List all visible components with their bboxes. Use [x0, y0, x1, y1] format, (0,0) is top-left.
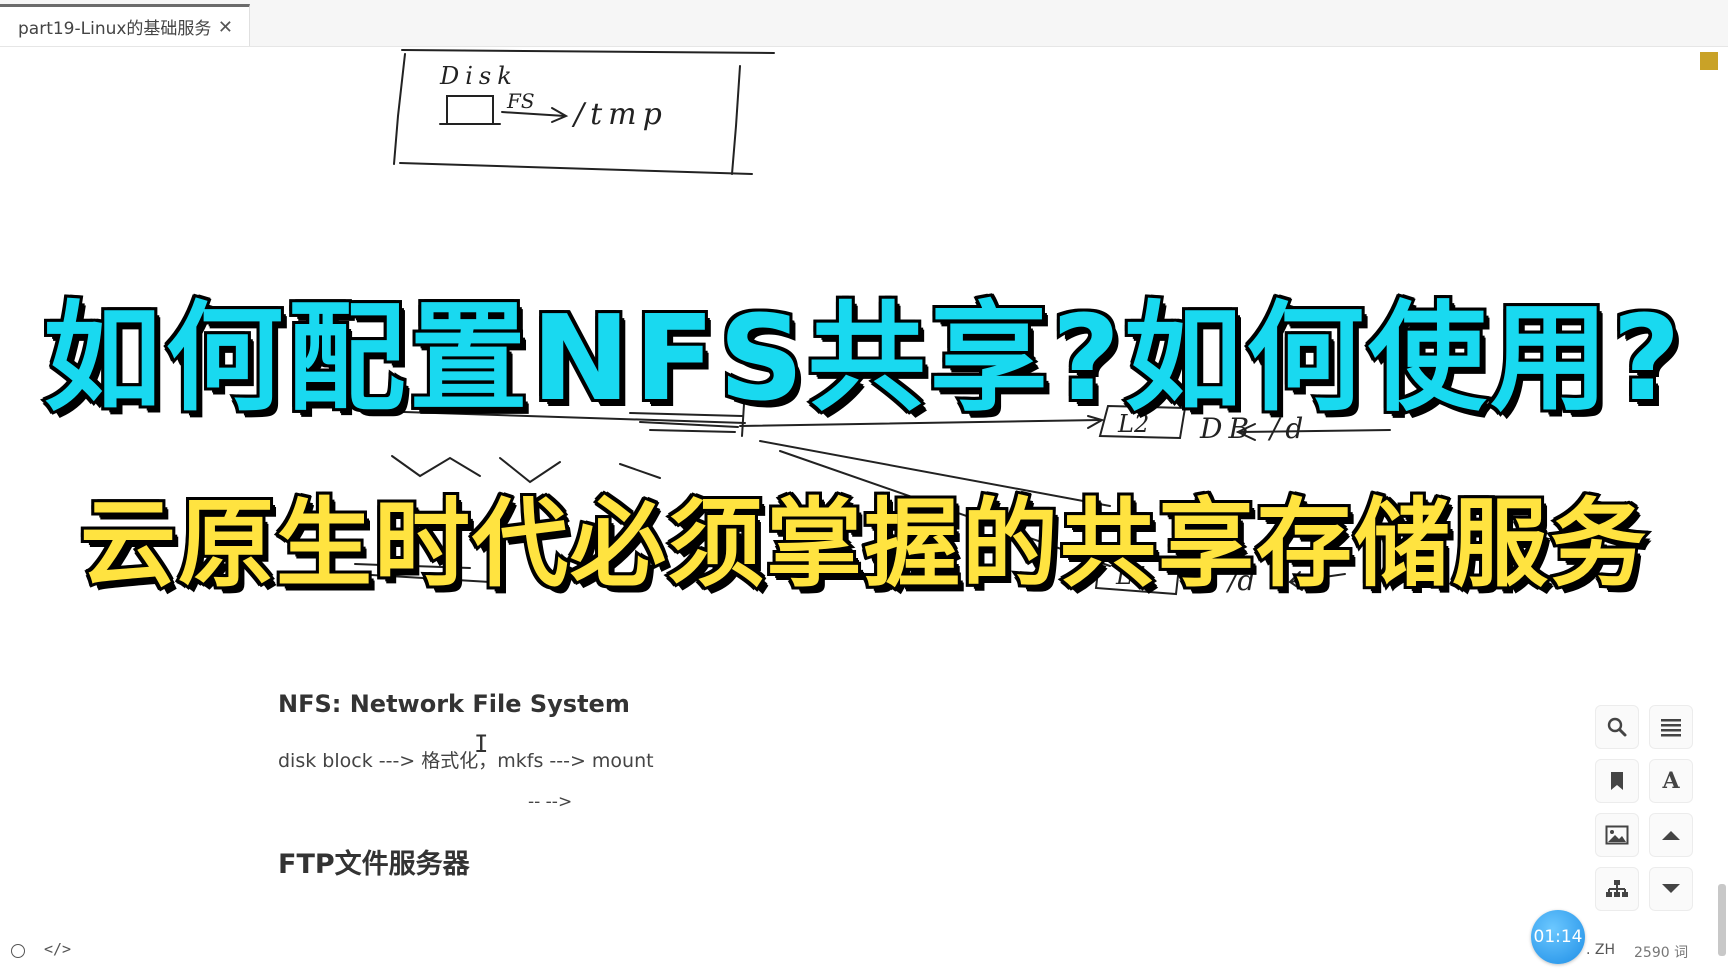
- image-icon: [1605, 825, 1629, 845]
- overlay-headline-1: 如何配置NFS共享?如何使用?: [40, 286, 1685, 430]
- sketch-tmp-label: /tmp: [571, 97, 668, 132]
- bookmark-button[interactable]: [1595, 759, 1639, 803]
- search-icon: [1607, 717, 1627, 737]
- search-button[interactable]: [1595, 705, 1639, 749]
- tab-title: part19-Linux的基础服务: [18, 19, 212, 39]
- scroll-up-button[interactable]: [1649, 813, 1693, 857]
- bookmark-icon: [1611, 772, 1623, 790]
- outline-button[interactable]: [1649, 705, 1693, 749]
- ftp-heading: FTP文件服务器: [278, 849, 470, 880]
- word-count: 2590 词: [1634, 945, 1689, 961]
- overlay-headline-2: 云原生时代必须掌握的共享存储服务: [77, 485, 1649, 603]
- font-button[interactable]: A: [1649, 759, 1693, 803]
- chevron-up-icon: [1662, 831, 1680, 840]
- timer-badge: 01:14: [1531, 910, 1585, 964]
- tree-icon: [1606, 880, 1628, 897]
- language-indicator[interactable]: . ZH: [1586, 942, 1615, 958]
- document-tab[interactable]: part19-Linux的基础服务 ✕: [0, 4, 250, 46]
- nfs-description: disk block ---> 格式化，mkfs ---> mount: [278, 750, 654, 772]
- tree-button[interactable]: [1595, 867, 1639, 911]
- nfs-heading: NFS: Network File System: [278, 690, 630, 718]
- sketch-disk-label: Disk: [439, 62, 518, 90]
- scroll-down-button[interactable]: [1649, 867, 1693, 911]
- source-code-icon[interactable]: </>: [44, 940, 71, 958]
- sketch-fs-label: FS: [506, 89, 535, 113]
- font-icon: A: [1662, 768, 1680, 794]
- status-circle-icon[interactable]: [11, 944, 25, 958]
- image-button[interactable]: [1595, 813, 1639, 857]
- chevron-down-icon: [1662, 884, 1680, 893]
- arrow-text: -- -->: [528, 792, 573, 812]
- tab-bar: part19-Linux的基础服务 ✕: [0, 0, 1728, 47]
- outline-icon: [1661, 719, 1681, 737]
- close-icon[interactable]: ✕: [218, 17, 233, 38]
- scrollbar-thumb[interactable]: [1718, 884, 1726, 956]
